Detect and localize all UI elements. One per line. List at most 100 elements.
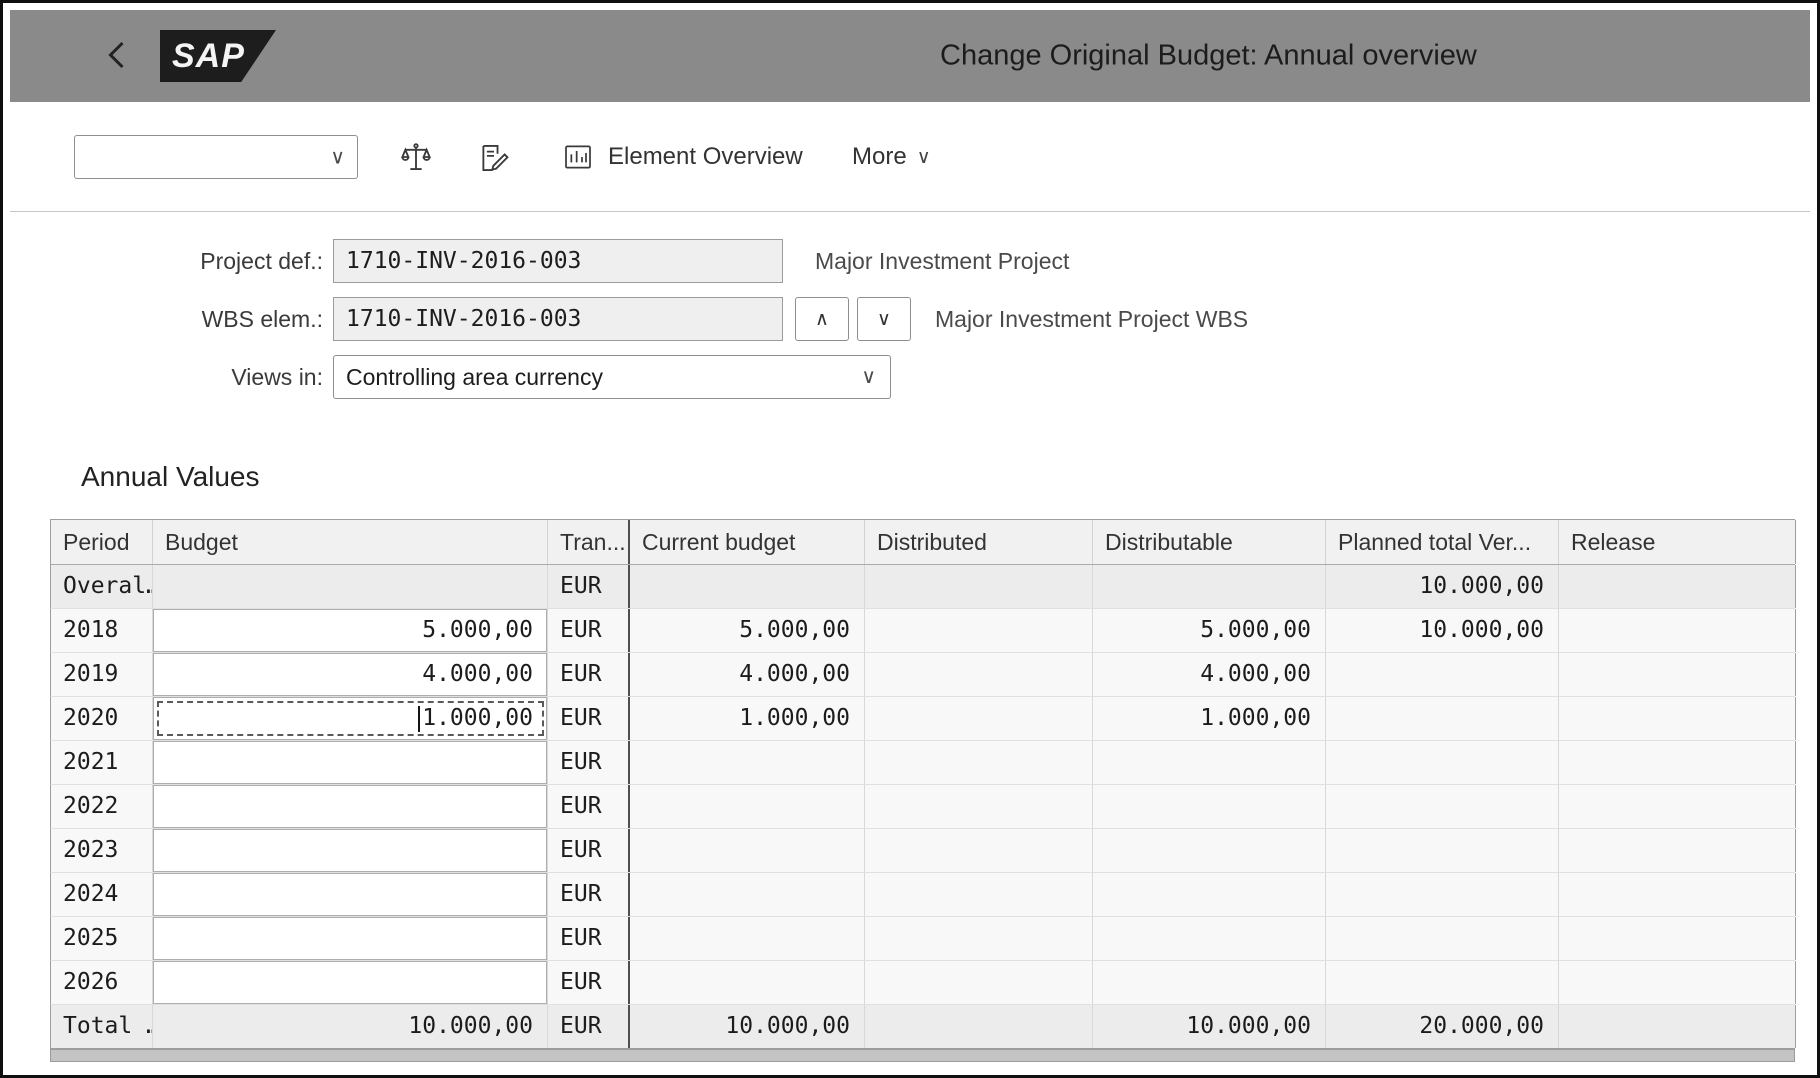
project-def-row: Project def.: 1710-INV-2016-003 Major In… — [3, 239, 1817, 283]
wbs-elem-field[interactable]: 1710-INV-2016-003 — [333, 297, 783, 341]
cell-current_budget — [630, 741, 865, 784]
wbs-elem-description: Major Investment Project WBS — [935, 297, 1248, 341]
cell-current_budget — [630, 961, 865, 1004]
table-row-2025: 2025 EUR — [50, 917, 1795, 961]
cell-current_budget — [630, 917, 865, 960]
table-row-2023: 2023 EUR — [50, 829, 1795, 873]
column-header-release[interactable]: Release — [1559, 520, 1796, 564]
cell-tran: EUR — [548, 565, 630, 608]
cell-release — [1559, 697, 1796, 740]
cell-budget[interactable]: 4.000,00 — [153, 653, 548, 696]
cell-tran: EUR — [548, 785, 630, 828]
edit-button[interactable] — [472, 138, 516, 178]
element-overview-icon — [562, 141, 594, 173]
sap-window: SAP Change Original Budget: Annual overv… — [0, 0, 1820, 1078]
cell-distributed — [865, 961, 1093, 1004]
wbs-elem-label: WBS elem.: — [3, 297, 323, 341]
text-caret — [418, 706, 420, 732]
budget-value: 4.000,00 — [422, 661, 533, 687]
cell-tran: EUR — [548, 741, 630, 784]
cell-distributed — [865, 829, 1093, 872]
horizontal-scrollbar[interactable] — [50, 1049, 1795, 1062]
cell-budget[interactable] — [153, 873, 548, 916]
cell-distributable — [1093, 961, 1326, 1004]
cell-distributed — [865, 653, 1093, 696]
wbs-previous-button[interactable]: ∧ — [795, 297, 849, 341]
cell-release — [1559, 917, 1796, 960]
cell-release — [1559, 873, 1796, 916]
table-row-2024: 2024 EUR — [50, 873, 1795, 917]
wbs-next-button[interactable]: ∨ — [857, 297, 911, 341]
annual-values-table: PeriodBudgetTran...Current budgetDistrib… — [50, 519, 1795, 1049]
column-header-current_budget[interactable]: Current budget — [630, 520, 865, 564]
back-button[interactable] — [98, 36, 138, 76]
element-overview-button[interactable]: Element Overview — [562, 135, 803, 179]
cell-planned_total: 20.000,00 — [1326, 1005, 1559, 1048]
cell-planned_total — [1326, 829, 1559, 872]
cell-period: 2024 — [51, 873, 153, 916]
cell-planned_total — [1326, 741, 1559, 784]
cell-planned_total — [1326, 961, 1559, 1004]
sap-logo: SAP — [160, 30, 276, 82]
cell-budget[interactable] — [153, 829, 548, 872]
cell-planned_total — [1326, 653, 1559, 696]
balance-button[interactable] — [394, 138, 438, 178]
titlebar: SAP Change Original Budget: Annual overv… — [10, 10, 1810, 102]
cell-budget[interactable] — [153, 785, 548, 828]
more-button[interactable]: More ∨ — [852, 135, 931, 179]
cell-budget — [153, 565, 548, 608]
edit-icon — [477, 141, 511, 175]
cell-distributable: 5.000,00 — [1093, 609, 1326, 652]
column-header-period[interactable]: Period — [51, 520, 153, 564]
cell-budget[interactable] — [153, 741, 548, 784]
cell-tran: EUR — [548, 961, 630, 1004]
cell-current_budget: 10.000,00 — [630, 1005, 865, 1048]
cell-budget: 10.000,00 — [153, 1005, 548, 1048]
cell-budget[interactable] — [153, 917, 548, 960]
column-header-distributable[interactable]: Distributable — [1093, 520, 1326, 564]
column-header-budget[interactable]: Budget — [153, 520, 548, 564]
cell-budget[interactable] — [153, 961, 548, 1004]
command-field[interactable]: ∨ — [74, 135, 358, 179]
cell-distributable — [1093, 917, 1326, 960]
cell-tran: EUR — [548, 1005, 630, 1048]
cell-current_budget — [630, 873, 865, 916]
cell-distributable — [1093, 873, 1326, 916]
cell-current_budget: 1.000,00 — [630, 697, 865, 740]
column-header-planned_total[interactable]: Planned total Ver... — [1326, 520, 1559, 564]
cell-release — [1559, 785, 1796, 828]
chevron-down-icon: ∨ — [917, 146, 931, 169]
table-row-2026: 2026EUR — [50, 961, 1795, 1005]
cell-budget[interactable]: 5.000,00 — [153, 609, 548, 652]
cell-tran: EUR — [548, 829, 630, 872]
cell-distributed — [865, 697, 1093, 740]
cell-period: 2018 — [51, 609, 153, 652]
cell-tran: EUR — [548, 873, 630, 916]
chevron-down-icon: ∨ — [877, 308, 891, 331]
cell-release — [1559, 741, 1796, 784]
budget-value: 10.000,00 — [408, 1013, 533, 1039]
cell-tran: EUR — [548, 917, 630, 960]
cell-period: Overal… — [51, 565, 153, 608]
column-header-distributed[interactable]: Distributed — [865, 520, 1093, 564]
cell-distributable — [1093, 829, 1326, 872]
table-row-overal: Overal…EUR10.000,00 — [50, 565, 1795, 609]
cell-period: 2022 — [51, 785, 153, 828]
command-input[interactable] — [75, 136, 357, 178]
cell-distributed — [865, 873, 1093, 916]
column-header-tran[interactable]: Tran... — [548, 520, 630, 564]
chevron-down-icon: ∨ — [861, 356, 876, 398]
cell-period: 2025 — [51, 917, 153, 960]
views-in-select[interactable]: Controlling area currency ∨ — [333, 355, 891, 399]
cell-period: 2023 — [51, 829, 153, 872]
cell-release — [1559, 829, 1796, 872]
balance-icon — [399, 141, 433, 175]
cell-period: 2021 — [51, 741, 153, 784]
section-title: Annual Values — [81, 461, 260, 493]
project-def-field[interactable]: 1710-INV-2016-003 — [333, 239, 783, 283]
cell-period: 2020 — [51, 697, 153, 740]
cell-budget[interactable]: 1.000,00 — [153, 697, 548, 740]
cell-planned_total: 10.000,00 — [1326, 609, 1559, 652]
page-title: Change Original Budget: Annual overview — [940, 40, 1477, 73]
table-row-2019: 20194.000,00EUR4.000,004.000,00 — [50, 653, 1795, 697]
